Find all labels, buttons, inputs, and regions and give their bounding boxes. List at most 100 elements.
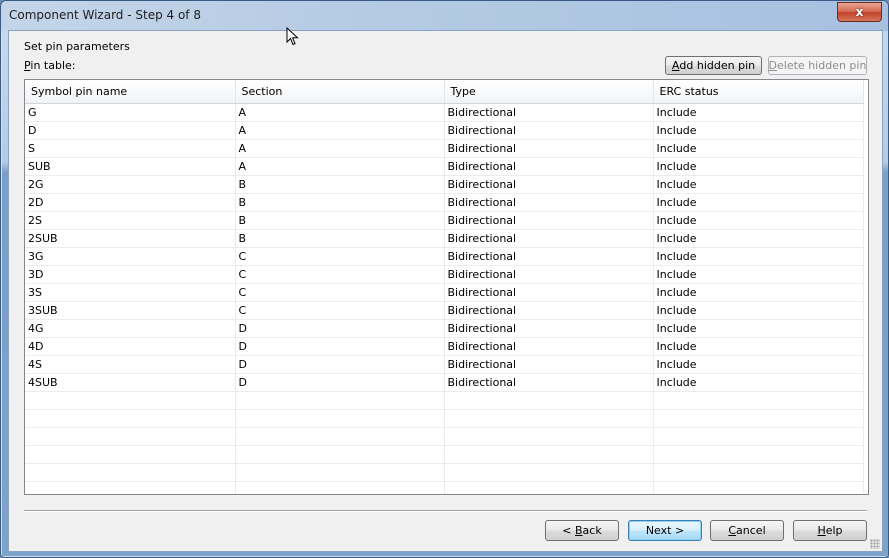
section-cell[interactable]: D	[235, 337, 445, 356]
pin-name-cell[interactable]: 3SUB	[25, 301, 236, 320]
empty-cell[interactable]	[653, 445, 864, 464]
type-cell[interactable]: Bidirectional	[444, 301, 654, 320]
empty-cell[interactable]	[444, 463, 654, 482]
pin-table-empty-row[interactable]	[25, 481, 864, 494]
type-cell[interactable]: Bidirectional	[444, 193, 654, 212]
type-cell[interactable]: Bidirectional	[444, 283, 654, 302]
type-cell[interactable]: Bidirectional	[444, 157, 654, 176]
erc-status-cell[interactable]: Include	[653, 157, 864, 176]
section-cell[interactable]: C	[235, 247, 445, 266]
section-cell[interactable]: D	[235, 319, 445, 338]
empty-cell[interactable]	[235, 463, 445, 482]
pin-name-cell[interactable]: 3S	[25, 283, 236, 302]
erc-status-cell[interactable]: Include	[653, 319, 864, 338]
empty-cell[interactable]	[25, 445, 236, 464]
pin-table-row[interactable]: D A Bidirectional Include	[25, 121, 864, 140]
pin-name-cell[interactable]: 2SUB	[25, 229, 236, 248]
section-cell[interactable]: D	[235, 355, 445, 374]
pin-table-row[interactable]: 4S D Bidirectional Include	[25, 355, 864, 374]
type-cell[interactable]: Bidirectional	[444, 373, 654, 392]
pin-table-row[interactable]: S A Bidirectional Include	[25, 139, 864, 158]
section-cell[interactable]: C	[235, 283, 445, 302]
erc-status-cell[interactable]: Include	[653, 265, 864, 284]
pin-table-row[interactable]: 2SUB B Bidirectional Include	[25, 229, 864, 248]
pin-name-cell[interactable]: 2D	[25, 193, 236, 212]
erc-status-cell[interactable]: Include	[653, 337, 864, 356]
section-cell[interactable]: B	[235, 211, 445, 230]
section-cell[interactable]: A	[235, 121, 445, 140]
erc-status-cell[interactable]: Include	[653, 229, 864, 248]
erc-status-cell[interactable]: Include	[653, 175, 864, 194]
empty-cell[interactable]	[444, 481, 654, 494]
empty-cell[interactable]	[25, 481, 236, 494]
empty-cell[interactable]	[653, 427, 864, 446]
type-cell[interactable]: Bidirectional	[444, 355, 654, 374]
erc-status-cell[interactable]: Include	[653, 103, 864, 122]
pin-table-empty-row[interactable]	[25, 445, 864, 464]
pin-table-row[interactable]: 3D C Bidirectional Include	[25, 265, 864, 284]
pin-name-cell[interactable]: S	[25, 139, 236, 158]
section-cell[interactable]: C	[235, 301, 445, 320]
pin-name-cell[interactable]: D	[25, 121, 236, 140]
pin-table-row[interactable]: 4SUB D Bidirectional Include	[25, 373, 864, 392]
empty-cell[interactable]	[25, 409, 236, 428]
type-cell[interactable]: Bidirectional	[444, 139, 654, 158]
column-header-symbol-pin-name[interactable]: Symbol pin name	[25, 80, 236, 104]
erc-status-cell[interactable]: Include	[653, 193, 864, 212]
delete-hidden-pin-button[interactable]: Delete hidden pin	[768, 56, 867, 75]
pin-table-row[interactable]: SUB A Bidirectional Include	[25, 157, 864, 176]
column-header-erc-status[interactable]: ERC status	[653, 80, 864, 104]
pin-table-row[interactable]: 3S C Bidirectional Include	[25, 283, 864, 302]
pin-name-cell[interactable]: 4G	[25, 319, 236, 338]
erc-status-cell[interactable]: Include	[653, 373, 864, 392]
erc-status-cell[interactable]: Include	[653, 247, 864, 266]
pin-table-empty-row[interactable]	[25, 409, 864, 428]
empty-cell[interactable]	[235, 427, 445, 446]
empty-cell[interactable]	[235, 481, 445, 494]
pin-name-cell[interactable]: 4SUB	[25, 373, 236, 392]
section-cell[interactable]: B	[235, 193, 445, 212]
pin-table-row[interactable]: 2G B Bidirectional Include	[25, 175, 864, 194]
pin-table-empty-row[interactable]	[25, 427, 864, 446]
empty-cell[interactable]	[25, 391, 236, 410]
pin-table-row[interactable]: 3SUB C Bidirectional Include	[25, 301, 864, 320]
help-button[interactable]: Help	[793, 520, 867, 541]
pin-table-row[interactable]: 4D D Bidirectional Include	[25, 337, 864, 356]
section-cell[interactable]: A	[235, 139, 445, 158]
type-cell[interactable]: Bidirectional	[444, 337, 654, 356]
pin-name-cell[interactable]: 4S	[25, 355, 236, 374]
pin-name-cell[interactable]: G	[25, 103, 236, 122]
section-cell[interactable]: B	[235, 175, 445, 194]
erc-status-cell[interactable]: Include	[653, 355, 864, 374]
type-cell[interactable]: Bidirectional	[444, 103, 654, 122]
resize-grip[interactable]	[870, 539, 880, 549]
add-hidden-pin-button[interactable]: Add hidden pin	[665, 56, 762, 75]
erc-status-cell[interactable]: Include	[653, 283, 864, 302]
pin-table-row[interactable]: 4G D Bidirectional Include	[25, 319, 864, 338]
empty-cell[interactable]	[444, 409, 654, 428]
pin-table-row[interactable]: 2S B Bidirectional Include	[25, 211, 864, 230]
close-button[interactable]: x	[837, 2, 882, 22]
type-cell[interactable]: Bidirectional	[444, 211, 654, 230]
pin-name-cell[interactable]: 2S	[25, 211, 236, 230]
column-header-section[interactable]: Section	[235, 80, 445, 104]
type-cell[interactable]: Bidirectional	[444, 175, 654, 194]
cancel-button[interactable]: Cancel	[710, 520, 784, 541]
empty-cell[interactable]	[653, 481, 864, 494]
type-cell[interactable]: Bidirectional	[444, 229, 654, 248]
empty-cell[interactable]	[235, 391, 445, 410]
pin-table-empty-row[interactable]	[25, 391, 864, 410]
pin-table-row[interactable]: 2D B Bidirectional Include	[25, 193, 864, 212]
type-cell[interactable]: Bidirectional	[444, 247, 654, 266]
empty-cell[interactable]	[653, 391, 864, 410]
section-cell[interactable]: A	[235, 103, 445, 122]
empty-cell[interactable]	[235, 409, 445, 428]
pin-name-cell[interactable]: 3D	[25, 265, 236, 284]
pin-table-row[interactable]: G A Bidirectional Include	[25, 103, 864, 122]
section-cell[interactable]: C	[235, 265, 445, 284]
erc-status-cell[interactable]: Include	[653, 301, 864, 320]
empty-cell[interactable]	[653, 409, 864, 428]
erc-status-cell[interactable]: Include	[653, 211, 864, 230]
erc-status-cell[interactable]: Include	[653, 121, 864, 140]
type-cell[interactable]: Bidirectional	[444, 319, 654, 338]
